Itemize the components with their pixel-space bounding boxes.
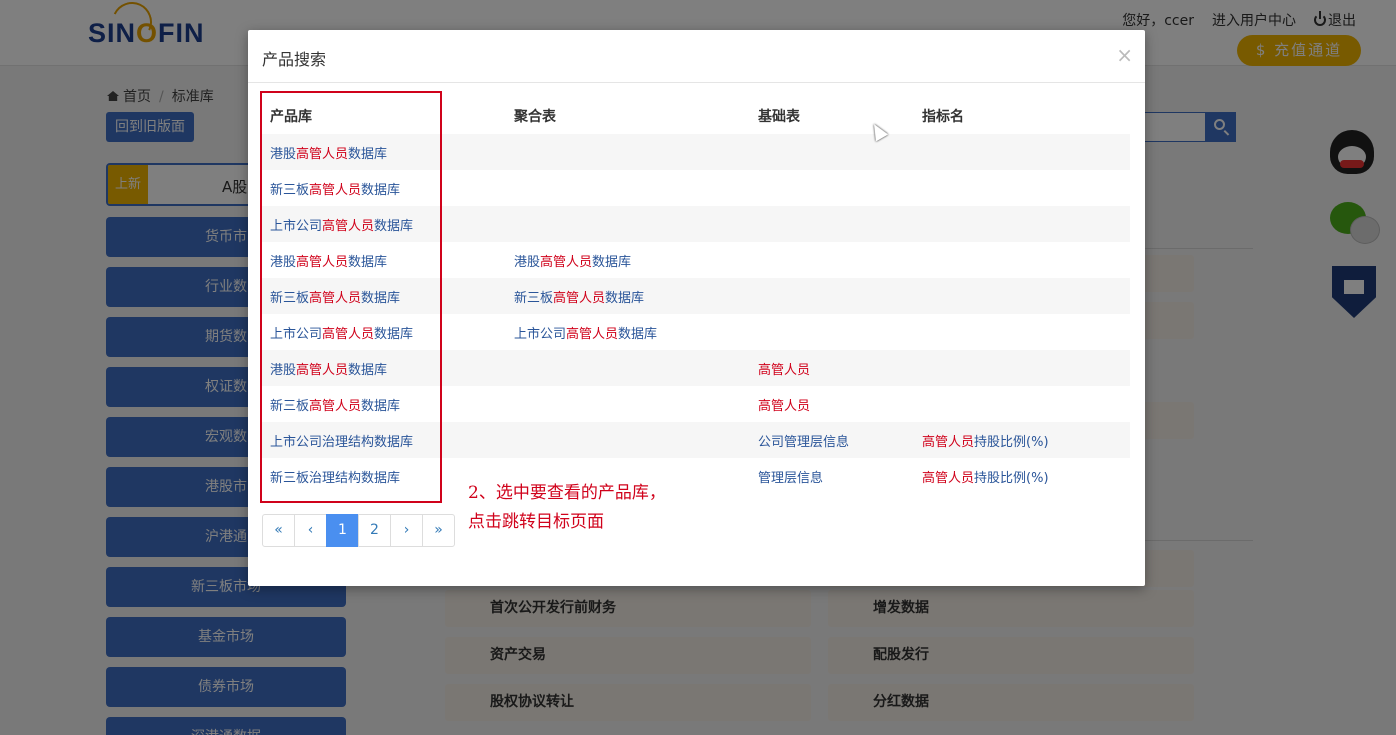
modal-header: 产品搜索 × — [248, 30, 1145, 83]
table-cell-c4 — [914, 134, 1130, 170]
column-header-aggregate-table: 聚合表 — [514, 109, 556, 125]
column-header-base-table: 基础表 — [758, 109, 800, 125]
table-cell-c3 — [750, 278, 914, 314]
product-search-modal: 产品搜索 × 产品库 聚合表 基础表 指标名 港股高管人员数据库 新三板高管人员数… — [248, 30, 1145, 586]
table-cell-c2 — [506, 350, 750, 386]
table-cell-c3 — [750, 314, 914, 350]
table-cell-c3[interactable]: 公司管理层信息 — [750, 422, 914, 458]
page-1[interactable]: 1 — [326, 514, 359, 547]
table-cell-c3 — [750, 134, 914, 170]
table-cell-c4[interactable]: 高管人员持股比例(%) — [914, 458, 1130, 494]
column-header-indicator: 指标名 — [922, 109, 964, 125]
table-cell-c3 — [750, 170, 914, 206]
page-2[interactable]: 2 — [358, 514, 391, 547]
table-cell-c4 — [914, 350, 1130, 386]
table-cell-c3[interactable]: 高管人员 — [750, 350, 914, 386]
annotation-highlight-frame — [260, 91, 442, 503]
table-cell-c4 — [914, 278, 1130, 314]
table-cell-c4 — [914, 170, 1130, 206]
table-cell-c2 — [506, 422, 750, 458]
table-cell-c3[interactable]: 高管人员 — [750, 386, 914, 422]
table-cell-c2[interactable]: 新三板高管人员数据库 — [506, 278, 750, 314]
modal-title: 产品搜索 — [262, 50, 327, 69]
page-prev[interactable]: ‹ — [294, 514, 327, 547]
table-cell-c4 — [914, 314, 1130, 350]
table-cell-c2[interactable]: 港股高管人员数据库 — [506, 242, 750, 278]
table-cell-c3[interactable]: 管理层信息 — [750, 458, 914, 494]
table-cell-c2[interactable]: 上市公司高管人员数据库 — [506, 314, 750, 350]
table-cell-c2 — [506, 386, 750, 422]
table-cell-c4 — [914, 386, 1130, 422]
table-cell-c2 — [506, 170, 750, 206]
table-cell-c2 — [506, 206, 750, 242]
close-icon[interactable]: × — [1116, 45, 1133, 65]
table-cell-c3 — [750, 206, 914, 242]
table-cell-c2 — [506, 134, 750, 170]
table-cell-c4 — [914, 242, 1130, 278]
page-next[interactable]: › — [390, 514, 423, 547]
table-cell-c3 — [750, 242, 914, 278]
page-first[interactable]: « — [262, 514, 295, 547]
annotation-text: 2、选中要查看的产品库， 点击跳转目标页面 — [468, 483, 666, 532]
pagination: « ‹ 1 2 › » — [262, 514, 455, 547]
table-cell-c4 — [914, 206, 1130, 242]
table-cell-c4[interactable]: 高管人员持股比例(%) — [914, 422, 1130, 458]
page-last[interactable]: » — [422, 514, 455, 547]
